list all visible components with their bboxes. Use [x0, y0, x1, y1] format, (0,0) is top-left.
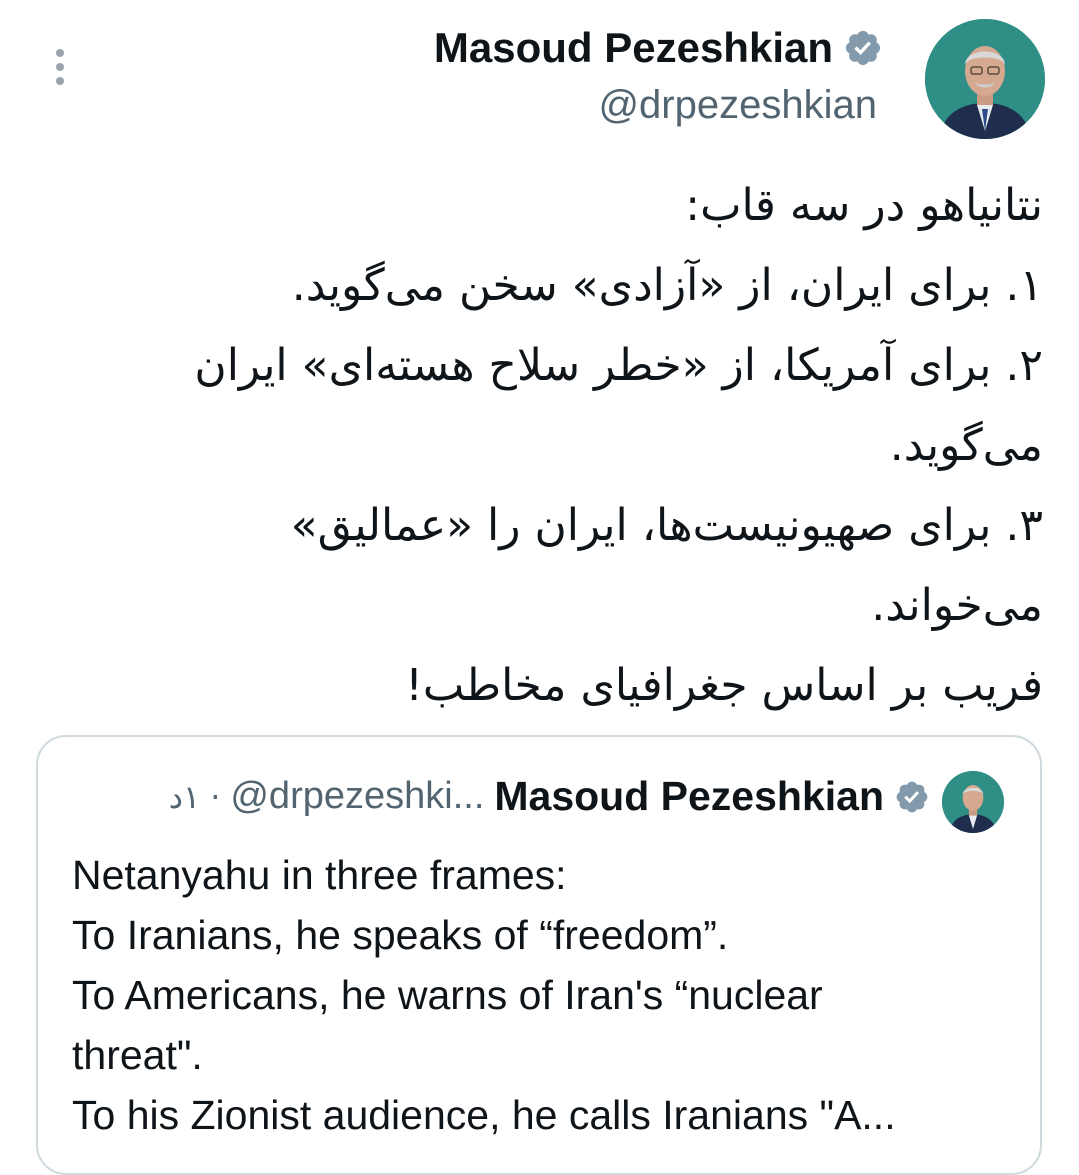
verified-badge-icon [896, 781, 928, 812]
more-dot-icon [56, 77, 64, 85]
quoted-tweet-card[interactable]: ۱د · @drpezeshki... Masoud Pezeshkian Ne… [36, 735, 1042, 1175]
more-options-button[interactable] [46, 44, 74, 90]
quoted-tweet-line: To Americans, he warns of Iran's “nuclea… [72, 972, 823, 1018]
quoted-tweet-separator: · [210, 777, 221, 816]
verified-badge-icon [845, 30, 881, 66]
avatar-portrait-icon [925, 19, 1045, 139]
tweet-line: می‌گوید. [889, 420, 1043, 471]
quoted-tweet-line: To his Zionist audience, he calls Irania… [72, 1092, 896, 1138]
tweet-line: ۳. برای صهیونیست‌ها، ایران را «عمالیق» [290, 500, 1043, 551]
quoted-tweet-line: threat". [72, 1032, 203, 1078]
tweet-line: نتانیاهو در سه قاب: [685, 180, 1043, 231]
tweet-line: فریب بر اساس جغرافیای مخاطب! [405, 660, 1043, 711]
quoted-tweet-line: Netanyahu in three frames: [72, 852, 567, 898]
quoted-tweet-time[interactable]: ۱د [169, 778, 200, 816]
author-info[interactable]: Masoud Pezeshkian @drpezeshkian [434, 22, 883, 130]
author-avatar[interactable] [925, 19, 1045, 139]
tweet-line: می‌خواند. [871, 580, 1043, 631]
more-dot-icon [56, 49, 64, 57]
quoted-author-avatar[interactable] [942, 771, 1004, 833]
quoted-tweet-text: Netanyahu in three frames: To Iranians, … [72, 845, 1012, 1145]
author-display-name[interactable]: Masoud Pezeshkian [434, 22, 833, 74]
tweet: Masoud Pezeshkian @drpezeshkian نتانیاهو… [0, 0, 1079, 1175]
avatar-portrait-icon [942, 771, 1004, 833]
author-handle[interactable]: @drpezeshkian [434, 80, 877, 130]
quoted-tweet-line: To Iranians, he speaks of “freedom”. [72, 912, 729, 958]
author-name-row: Masoud Pezeshkian [434, 22, 883, 74]
quoted-tweet-header: ۱د · @drpezeshki... Masoud Pezeshkian [169, 773, 930, 820]
tweet-line: ۲. برای آمریکا، از «خطر سلاح هسته‌ای» ای… [194, 340, 1043, 391]
quoted-author-handle[interactable]: @drpezeshki... [230, 775, 484, 818]
quoted-author-display-name[interactable]: Masoud Pezeshkian [494, 773, 884, 820]
more-dot-icon [56, 63, 64, 71]
tweet-line: ۱. برای ایران، از «آزادی» سخن می‌گوید. [291, 260, 1043, 311]
tweet-text: نتانیاهو در سه قاب: ۱. برای ایران، از «آ… [113, 166, 1043, 726]
